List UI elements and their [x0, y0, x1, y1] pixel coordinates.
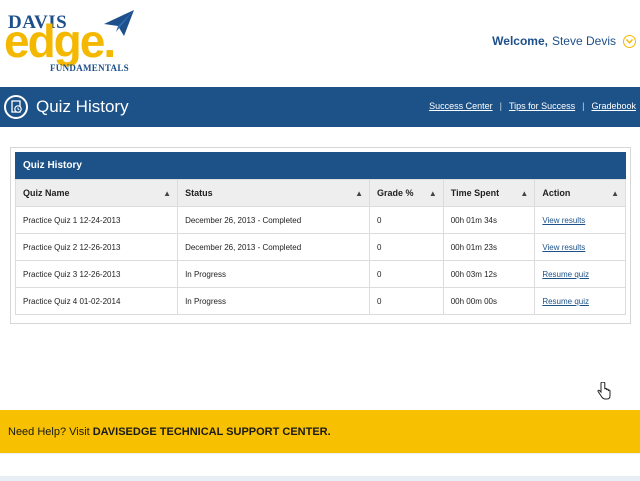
- action-cell: View results: [534, 206, 626, 234]
- column-label: Grade %: [377, 188, 414, 198]
- column-header-action[interactable]: Action ▲︎: [534, 179, 626, 207]
- grade-cell: 0: [369, 233, 444, 261]
- title-bar: Quiz History Success Center | Tips for S…: [0, 87, 640, 127]
- quiz-history-panel: Quiz History Quiz Name ▲︎ Status ▲︎ Grade …: [10, 147, 631, 324]
- table-header-row: Quiz Name ▲︎ Status ▲︎ Grade % ▲︎ Time Spen…: [14, 179, 626, 207]
- table-row: Practice Quiz 4 01-02-2014 In Progress 0…: [14, 287, 626, 315]
- time-spent-cell: 00h 01m 34s: [442, 206, 536, 234]
- quiz-history-icon: [4, 95, 28, 119]
- grade-cell: 0: [369, 287, 444, 315]
- sort-arrows-icon[interactable]: ▲︎: [520, 189, 528, 198]
- table-row: Practice Quiz 3 12-26-2013 In Progress 0…: [14, 260, 626, 288]
- logo-edge-text: edge.: [4, 15, 116, 67]
- sort-arrows-icon[interactable]: ▲︎: [611, 189, 619, 198]
- chevron-down-icon[interactable]: [623, 34, 636, 48]
- help-text: Need Help? Visit: [8, 425, 90, 438]
- view-results-link[interactable]: View results: [542, 216, 585, 225]
- top-nav-links: Success Center | Tips for Success | Grad…: [429, 101, 636, 111]
- column-label: Action: [542, 188, 571, 198]
- help-bar: Need Help? Visit DAVISEDGE TECHNICAL SUP…: [0, 410, 640, 453]
- status-cell: December 26, 2013 - Completed: [177, 233, 370, 261]
- welcome-label: Welcome,: [492, 34, 548, 48]
- paper-plane-icon: [104, 10, 134, 36]
- logo-fundamentals-text: FUNDAMENTALS: [50, 63, 129, 73]
- quiz-name-cell: Practice Quiz 2 12-26-2013: [14, 233, 179, 261]
- resume-quiz-link[interactable]: Resume quiz: [542, 270, 589, 279]
- grade-cell: 0: [369, 206, 444, 234]
- status-cell: In Progress: [177, 260, 370, 288]
- action-cell: View results: [534, 233, 626, 261]
- nav-separator: |: [582, 101, 585, 111]
- quiz-name-cell: Practice Quiz 4 01-02-2014: [14, 287, 179, 315]
- quiz-name-cell: Practice Quiz 3 12-26-2013: [14, 260, 179, 288]
- column-label: Quiz Name: [23, 188, 70, 198]
- view-results-link[interactable]: View results: [542, 243, 585, 252]
- column-header-quiz-name[interactable]: Quiz Name ▲︎: [14, 179, 179, 207]
- success-center-link[interactable]: Success Center: [429, 101, 493, 111]
- user-menu[interactable]: Welcome, Steve Devis: [492, 34, 636, 48]
- page: DAVIS edge. FUNDAMENTALS Welcome, Steve …: [0, 0, 640, 481]
- column-label: Status: [185, 188, 213, 198]
- column-header-status[interactable]: Status ▲︎: [177, 179, 370, 207]
- time-spent-cell: 00h 03m 12s: [442, 260, 536, 288]
- grade-cell: 0: [369, 260, 444, 288]
- sort-arrows-icon[interactable]: ▲︎: [429, 189, 437, 198]
- column-label: Time Spent: [450, 188, 500, 198]
- tips-for-success-link[interactable]: Tips for Success: [509, 101, 575, 111]
- time-spent-cell: 00h 00m 00s: [442, 287, 536, 315]
- footer-divider: [0, 476, 640, 481]
- column-header-grade[interactable]: Grade % ▲︎: [369, 179, 444, 207]
- table-row: Practice Quiz 2 12-26-2013 December 26, …: [14, 233, 626, 261]
- top-header: DAVIS edge. FUNDAMENTALS Welcome, Steve …: [0, 0, 640, 86]
- table-row: Practice Quiz 1 12-24-2013 December 26, …: [14, 206, 626, 234]
- sort-arrows-icon[interactable]: ▲︎: [163, 189, 171, 198]
- support-center-link[interactable]: DAVISEDGE TECHNICAL SUPPORT CENTER.: [93, 426, 331, 438]
- status-cell: December 26, 2013 - Completed: [177, 206, 370, 234]
- panel-heading: Quiz History: [15, 152, 626, 179]
- resume-quiz-link[interactable]: Resume quiz: [542, 297, 589, 306]
- status-cell: In Progress: [177, 287, 370, 315]
- quiz-name-cell: Practice Quiz 1 12-24-2013: [14, 206, 179, 234]
- gradebook-link[interactable]: Gradebook: [591, 101, 636, 111]
- nav-separator: |: [499, 101, 502, 111]
- quiz-history-table: Quiz Name ▲︎ Status ▲︎ Grade % ▲︎ Time Spen…: [14, 179, 626, 315]
- action-cell: Resume quiz: [534, 260, 626, 288]
- sort-arrows-icon[interactable]: ▲︎: [355, 189, 363, 198]
- davis-edge-logo[interactable]: DAVIS edge. FUNDAMENTALS: [4, 6, 134, 82]
- column-header-time-spent[interactable]: Time Spent ▲︎: [442, 179, 536, 207]
- time-spent-cell: 00h 01m 23s: [442, 233, 536, 261]
- action-cell: Resume quiz: [534, 287, 626, 315]
- user-name: Steve Devis: [551, 34, 616, 48]
- page-title: Quiz History: [36, 97, 129, 116]
- pointer-cursor-icon: [597, 382, 611, 400]
